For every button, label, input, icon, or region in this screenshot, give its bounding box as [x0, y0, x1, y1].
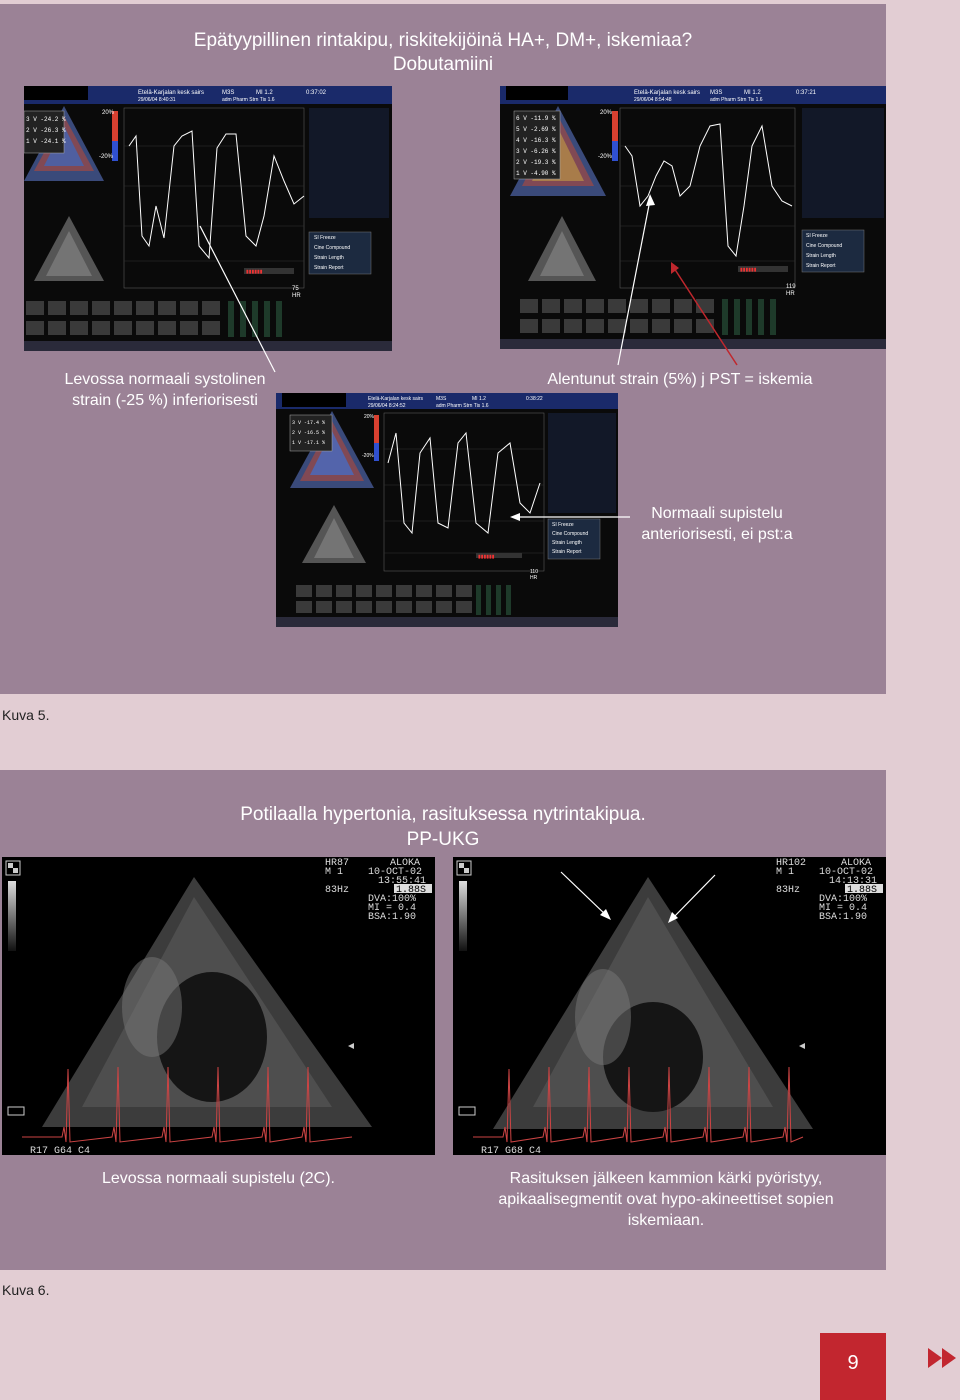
screen1-menu-1: Cine Compound	[314, 245, 350, 251]
screen1-hr: 75	[292, 286, 299, 292]
screen3-menu-0: SI Freeze	[552, 522, 574, 528]
strain-screen-stress: Etelä-Karjalan kesk sairs 29/06/04 8:54:…	[500, 86, 886, 349]
figure5-caption-ischemia: Alentunut strain (5%) j PST = iskemia	[547, 371, 813, 388]
screen1-menu-3: Strain Report	[314, 265, 344, 271]
screen3-seg-0: 3 V -17.4 %	[292, 420, 325, 426]
figure5-caption-normal-line1: Normaali supistelu	[651, 505, 783, 522]
screen3-menu-3: Strain Report	[552, 549, 582, 555]
screen1-seg-1: 2 V -26.3 %	[26, 127, 66, 134]
right-bsa: BSA:1.90	[819, 912, 867, 923]
right-footer: R17 G68 C4	[481, 1146, 541, 1155]
screen2-seg-2: 4 V -16.3 %	[516, 137, 556, 144]
figure6-caption-stress-line2: apikaalisegmentit ovat hypo-akineettiset…	[498, 1191, 834, 1208]
fast-forward-icon[interactable]	[928, 1348, 958, 1368]
right-freq: 83Hz	[776, 885, 800, 896]
figure6-caption-stress-line3: iskemiaan.	[627, 1212, 705, 1229]
figure6-caption-rest: Levossa normaali supistelu (2C).	[102, 1170, 335, 1187]
screen3-mi: MI 1.2	[472, 396, 486, 402]
screen3-time: 0:38:22	[526, 396, 543, 402]
screen1-plus: 20%	[102, 110, 115, 116]
screen2-time: 0:37:21	[796, 90, 817, 96]
screen3-probe: M3S	[436, 396, 447, 402]
echo-image-rest: HR87 ALOKA M 1 10-OCT-02 13:55:41 1.88S …	[2, 857, 435, 1155]
screen1-menu-0: SI Freeze	[314, 235, 336, 241]
screen2-app: adm Pharm Strn Tis 1.6	[710, 97, 763, 103]
screen3-hr-label: HR	[530, 575, 538, 581]
screen2-menu-2: Strain Length	[806, 253, 836, 259]
screen2-plus: 20%	[600, 110, 613, 116]
figure5-title-line2: Dobutamiini	[392, 54, 494, 75]
screen2-seg-0: 6 V -11.9 %	[516, 115, 556, 122]
screen2-hospital: Etelä-Karjalan kesk sairs	[634, 90, 700, 96]
screen3-app: adm Pharm Strn Tis 1.6	[436, 403, 489, 409]
page-number-box: 9	[820, 1333, 886, 1400]
left-footer: R17 G64 C4	[30, 1146, 90, 1155]
screen3-menu-2: Strain Length	[552, 540, 582, 546]
left-mode: M 1	[325, 867, 343, 878]
figure5-caption-normal-line2: anteriorisesti, ei pst:a	[641, 526, 793, 543]
screen2-minus: -20%	[598, 154, 613, 160]
screen1-menu-2: Strain Length	[314, 255, 344, 261]
figure6-title-line1: Potilaalla hypertonia, rasituksessa nytr…	[240, 804, 646, 825]
screen3-plus: 20%	[364, 414, 375, 420]
page-number: 9	[847, 1352, 859, 1374]
screen1-hospital: Etelä-Karjalan kesk sairs	[138, 90, 204, 96]
screen3-seg-2: 1 V -17.1 %	[292, 440, 325, 446]
screen3-menu-1: Cine Compound	[552, 531, 588, 537]
figure5-label: Kuva 5.	[2, 707, 50, 723]
screen1-time: 0:37:02	[306, 90, 327, 96]
svg-text:▮▮▮▮▮▮: ▮▮▮▮▮▮	[740, 267, 757, 273]
screen1-date: 29/06/04 8:40:31	[138, 97, 176, 103]
screen2-mi: MI 1.2	[744, 90, 761, 96]
screen3-date: 29/06/04 8:24:52	[368, 403, 406, 409]
strain-screen-normal: Etelä-Karjalan kesk sairs 29/06/04 8:24:…	[276, 393, 618, 627]
screen3-hospital: Etelä-Karjalan kesk sairs	[368, 396, 424, 402]
screen2-seg-4: 2 V -19.3 %	[516, 159, 556, 166]
svg-text:▮▮▮▮▮▮: ▮▮▮▮▮▮	[246, 269, 263, 275]
screen2-hr-label: HR	[786, 291, 795, 297]
screen1-app: adm Pharm Strn Tis 1.6	[222, 97, 275, 103]
svg-text:▮▮▮▮▮▮: ▮▮▮▮▮▮	[478, 554, 495, 560]
screen3-minus: -20%	[362, 453, 374, 459]
screen3-seg-1: 2 V -16.5 %	[292, 430, 325, 436]
screen2-date: 29/06/04 8:54:48	[634, 97, 672, 103]
figure5-caption-rest-line2: strain (-25 %) inferiorisesti	[72, 392, 258, 409]
figure6-title-line2: PP-UKG	[406, 829, 480, 850]
screen2-seg-1: 5 V -2.69 %	[516, 126, 556, 133]
screen2-probe: M3S	[710, 90, 722, 96]
figure5-caption-rest-line1: Levossa normaali systolinen	[64, 371, 266, 388]
screen2-menu-3: Strain Report	[806, 263, 836, 269]
screen1-minus: -20%	[99, 154, 114, 160]
screen1-seg-0: 3 V -24.2 %	[26, 116, 66, 123]
figure6-label: Kuva 6.	[2, 1282, 50, 1298]
screen1-probe: M3S	[222, 90, 234, 96]
screen2-menu-1: Cine Compound	[806, 243, 842, 249]
left-freq: 83Hz	[325, 885, 349, 896]
screen2-menu-0: SI Freeze	[806, 233, 828, 239]
strain-screen-rest: Etelä-Karjalan kesk sairs 29/06/04 8:40:…	[24, 86, 392, 351]
left-bsa: BSA:1.90	[368, 912, 416, 923]
screen2-seg-3: 3 V -6.26 %	[516, 148, 556, 155]
screen2-seg-5: 1 V -4.90 %	[516, 170, 556, 177]
screen1-mi: MI 1.2	[256, 90, 273, 96]
echo-image-stress: HR102 ALOKA M 1 10-OCT-02 14:13:31 1.88S…	[453, 857, 886, 1155]
figure5-title-line1: Epätyypillinen rintakipu, riskitekijöinä…	[193, 30, 693, 51]
screen1-hr-label: HR	[292, 293, 301, 299]
screen2-hr: 119	[786, 284, 796, 290]
screen1-seg-2: 1 V -24.1 %	[26, 138, 66, 145]
right-mode: M 1	[776, 867, 794, 878]
figure6-caption-stress-line1: Rasituksen jälkeen kammion kärki pyörist…	[509, 1170, 823, 1187]
